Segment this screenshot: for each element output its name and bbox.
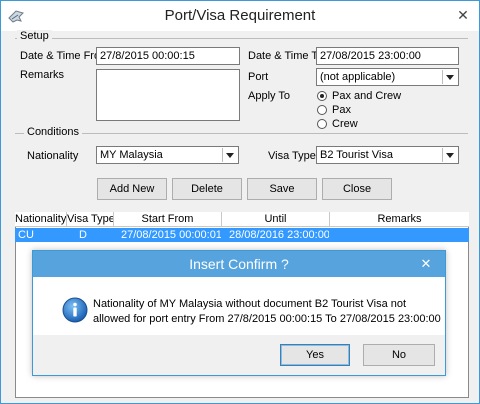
dialog-body: Nationality of MY Malaysia without docum… [33,277,445,335]
setup-group [15,38,468,39]
dialog-title-bar: Insert Confirm ? ✕ [33,251,445,277]
add-new-button[interactable]: Add New [97,178,167,200]
dialog-title: Insert Confirm ? [189,256,289,272]
column-header-nationality[interactable]: Nationality [15,212,67,227]
remarks-label: Remarks [20,69,65,81]
radio-pax-and-crew[interactable]: Pax and Crew [317,90,401,102]
dialog-message-line-1: Nationality of MY Malaysia without docum… [93,298,407,310]
radio-crew-indicator[interactable] [317,119,327,129]
remarks-textarea[interactable] [96,69,240,121]
dialog-message: Nationality of MY Malaysia without docum… [93,297,441,327]
apply-to-label: Apply To [248,90,290,102]
cell-visa-type: D [79,229,87,241]
port-select[interactable]: (not applicable) [316,68,459,86]
port-select-value: (not applicable) [320,71,396,83]
no-button[interactable]: No [363,344,435,366]
radio-pax-indicator[interactable] [317,105,327,115]
delete-button[interactable]: Delete [172,178,242,200]
radio-pax-and-crew-label: Pax and Crew [332,90,402,102]
visa-type-select-value: B2 Tourist Visa [320,149,393,161]
main-window: Port/Visa Requirement ✕ Setup Date & Tim… [0,0,480,404]
visa-type-select[interactable]: B2 Tourist Visa [316,146,459,164]
radio-crew-label: Crew [332,118,358,130]
title-bar: Port/Visa Requirement ✕ [1,1,479,31]
table-row[interactable]: CU D 27/08/2015 00:00:01 28/08/2016 23:0… [15,228,469,242]
radio-pax[interactable]: Pax [317,104,351,116]
dialog-close-button[interactable]: ✕ [415,255,437,272]
visa-type-label: Visa Type [268,150,316,162]
conditions-group [15,133,468,134]
radio-pax-label: Pax [332,104,351,116]
nationality-label: Nationality [27,150,79,162]
setup-group-label: Setup [17,30,52,42]
nationality-select[interactable]: MY Malaysia [96,146,239,164]
close-button[interactable]: Close [322,178,392,200]
port-label: Port [248,71,269,83]
column-header-start-from[interactable]: Start From [114,212,222,227]
yes-button[interactable]: Yes [280,344,350,366]
grid-header: Nationality Visa Type Start From Until R… [15,212,469,227]
cell-remarks [333,228,463,242]
chevron-down-icon[interactable] [222,148,237,162]
date-from-field[interactable]: 27/8/2015 00:00:15 [96,47,240,65]
column-header-until[interactable]: Until [222,212,330,227]
save-button[interactable]: Save [247,178,317,200]
column-header-remarks[interactable]: Remarks [330,212,469,227]
dialog-message-line-2: allowed for port entry From 27/8/2015 00… [93,313,441,325]
radio-pax-and-crew-indicator[interactable] [317,91,327,101]
window-close-button[interactable]: ✕ [453,5,473,25]
radio-crew[interactable]: Crew [317,118,358,130]
cell-nationality: CU [18,229,34,241]
info-icon [62,297,88,323]
insert-confirm-dialog: Insert Confirm ? ✕ Nationality of MY Mal… [32,250,446,376]
nationality-select-value: MY Malaysia [100,149,163,161]
cell-start-from: 27/08/2015 00:00:01 [121,229,221,241]
column-header-visa-type[interactable]: Visa Type [67,212,114,227]
date-to-field[interactable]: 27/08/2015 23:00:00 [316,47,459,65]
cell-until: 28/08/2016 23:00:00 [229,229,329,241]
dialog-footer: Yes No [33,335,445,375]
chevron-down-icon[interactable] [442,70,457,84]
date-to-label: Date & Time To [248,50,323,62]
window-title: Port/Visa Requirement [164,7,316,24]
conditions-group-label: Conditions [24,126,82,138]
chevron-down-icon[interactable] [442,148,457,162]
